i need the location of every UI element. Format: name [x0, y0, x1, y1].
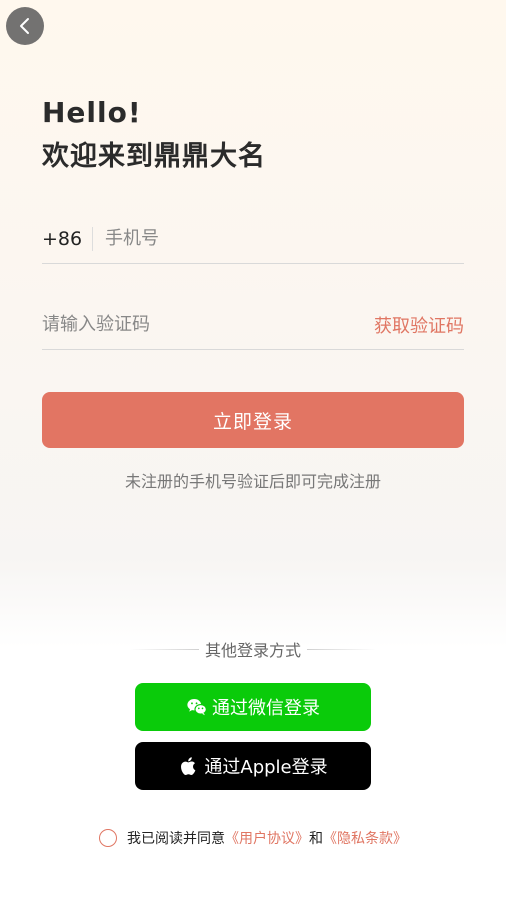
- chevron-left-icon: [20, 18, 29, 34]
- apple-login-button[interactable]: 通过Apple登录: [135, 742, 371, 790]
- back-button[interactable]: [6, 7, 44, 45]
- divider-right: [307, 648, 377, 650]
- divider: [92, 226, 93, 251]
- divider-left: [130, 648, 199, 650]
- privacy-policy-link[interactable]: 《隐私条款》: [323, 828, 407, 848]
- wechat-login-label: 通过微信登录: [212, 698, 320, 719]
- country-code-selector[interactable]: +86: [42, 228, 92, 250]
- user-agreement-link[interactable]: 《用户协议》: [225, 828, 309, 848]
- other-login-title: 其他登录方式: [130, 638, 377, 660]
- other-login-label: 其他登录方式: [205, 641, 302, 660]
- wechat-login-button[interactable]: 通过微信登录: [135, 683, 371, 731]
- hello-heading: Hello!: [42, 96, 142, 129]
- verification-code-input[interactable]: [42, 314, 302, 335]
- agreement-and: 和: [309, 831, 323, 847]
- login-button[interactable]: 立即登录: [42, 392, 464, 448]
- apple-login-label: 通过Apple登录: [204, 757, 328, 778]
- welcome-heading: 欢迎来到鼎鼎大名: [42, 141, 266, 172]
- get-code-button[interactable]: 获取验证码: [374, 312, 464, 338]
- apple-icon: [178, 755, 200, 777]
- wechat-icon: [186, 696, 208, 718]
- agreement-row: 我已阅读并同意 《用户协议》 和 《隐私条款》: [0, 828, 506, 848]
- phone-input[interactable]: [105, 228, 464, 249]
- phone-field-row: +86: [42, 214, 464, 264]
- code-field-row: 获取验证码: [42, 300, 464, 350]
- agreement-prefix: 我已阅读并同意: [127, 831, 225, 847]
- agreement-checkbox[interactable]: [99, 829, 117, 847]
- registration-notice: 未注册的手机号验证后即可完成注册: [124, 472, 381, 491]
